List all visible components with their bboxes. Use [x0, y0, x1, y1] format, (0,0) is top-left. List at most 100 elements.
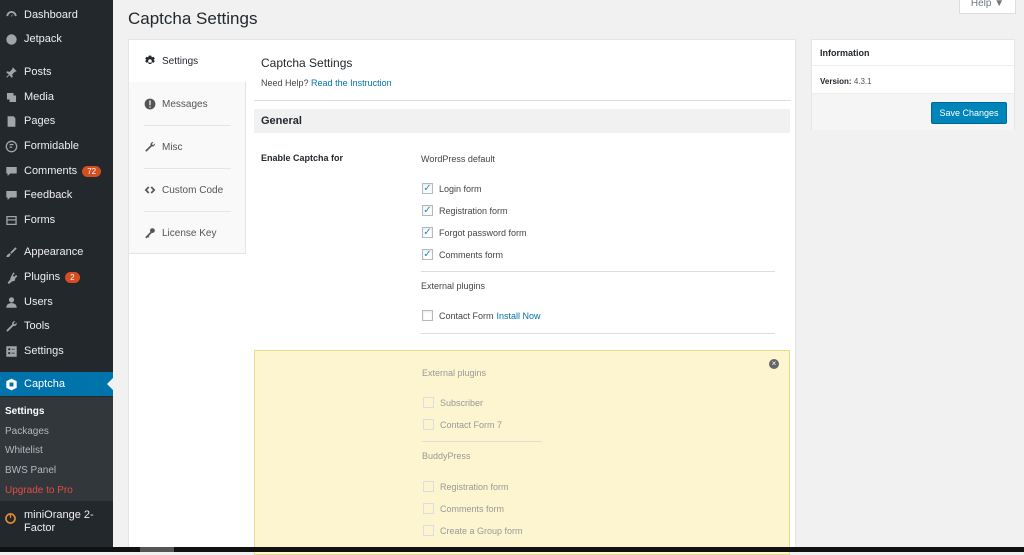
help-button[interactable]: Help ▼	[959, 0, 1016, 14]
registration-form-checkbox[interactable]	[422, 205, 433, 216]
tab-custom-code[interactable]: Custom Code	[129, 169, 246, 211]
settings-icon	[4, 344, 18, 358]
sidebar-item-users[interactable]: Users	[0, 290, 113, 314]
sidebar-item-label: Settings	[24, 345, 64, 357]
bp-comments-form-option: Comments form	[423, 503, 504, 514]
sidebar-item-label: Jetpack	[24, 33, 62, 45]
tab-label: Settings	[162, 56, 198, 67]
forgot-password-option[interactable]: Forgot password form	[422, 227, 527, 238]
submenu-item-whitelist[interactable]: Whitelist	[5, 445, 43, 456]
section-general-header: General	[254, 109, 790, 133]
feedback-icon	[4, 188, 18, 202]
login-form-checkbox[interactable]	[422, 183, 433, 194]
enable-captcha-label: Enable Captcha for	[261, 153, 343, 163]
submenu-item-settings[interactable]: Settings	[5, 406, 44, 417]
contact-form-checkbox[interactable]	[422, 310, 433, 321]
sidebar-item-jetpack[interactable]: Jetpack	[0, 27, 113, 51]
active-menu-arrow	[107, 378, 113, 390]
sidebar-item-plugins[interactable]: Plugins 2	[0, 265, 113, 289]
divider	[254, 100, 791, 101]
tab-misc[interactable]: Misc	[129, 126, 246, 168]
settings-tabs: Settings Messages Misc Custom Code Licen…	[129, 40, 246, 254]
wrench-icon	[144, 141, 157, 154]
tab-label: Messages	[162, 99, 208, 110]
sidebar-item-miniorange[interactable]: miniOrange 2-Factor	[0, 509, 113, 541]
tab-label: Misc	[162, 142, 183, 153]
contact-form-7-checkbox	[423, 419, 434, 430]
captcha-submenu: Settings Packages Whitelist BWS Panel Up…	[0, 397, 113, 501]
sidebar-item-label: Forms	[24, 214, 55, 226]
sidebar-item-formidable[interactable]: Formidable	[0, 134, 113, 158]
sidebar-item-label: Tools	[24, 320, 50, 332]
sidebar-item-label: Appearance	[24, 246, 83, 258]
submenu-item-bws-panel[interactable]: BWS Panel	[5, 465, 56, 476]
save-changes-button[interactable]: Save Changes	[931, 102, 1007, 124]
contact-form-option[interactable]: Contact Form Install Now	[422, 310, 541, 321]
sidebar-item-label: Posts	[24, 66, 52, 78]
sidebar-item-posts[interactable]: Posts	[0, 60, 113, 84]
bp-registration-form-checkbox	[423, 481, 434, 492]
miniorange-label: miniOrange 2-Factor	[24, 509, 94, 541]
login-form-option[interactable]: Login form	[422, 183, 482, 194]
forgot-password-checkbox[interactable]	[422, 227, 433, 238]
comment-icon	[4, 164, 18, 178]
divider	[422, 441, 542, 442]
comments-count-badge: 72	[82, 166, 101, 177]
external-plugins-title: External plugins	[421, 281, 485, 291]
information-box: Information Version: 4.3.1 Save Changes	[811, 39, 1015, 130]
sidebar-item-forms[interactable]: Forms	[0, 208, 113, 232]
submenu-item-upgrade-to-pro[interactable]: Upgrade to Pro	[5, 485, 73, 496]
version-text: Version: 4.3.1	[820, 77, 872, 86]
pin-icon	[4, 65, 18, 79]
registration-form-option[interactable]: Registration form	[422, 205, 508, 216]
tab-label: License Key	[162, 228, 216, 239]
subscriber-option: Subscriber	[423, 397, 483, 408]
bp-create-group-checkbox	[423, 525, 434, 536]
plugins-update-badge: 2	[65, 272, 79, 283]
admin-sidebar: Dashboard Jetpack Posts Media Pages Form…	[0, 0, 113, 552]
submenu-item-packages[interactable]: Packages	[5, 426, 49, 437]
sidebar-item-feedback[interactable]: Feedback	[0, 183, 113, 207]
divider	[421, 333, 775, 334]
sidebar-item-label: Media	[24, 91, 54, 103]
sidebar-item-appearance[interactable]: Appearance	[0, 240, 113, 264]
tab-messages[interactable]: Messages	[129, 83, 246, 125]
pro-features-box: × External plugins Subscriber Contact Fo…	[254, 350, 790, 555]
exclamation-icon	[144, 98, 157, 111]
dashboard-icon	[4, 8, 18, 22]
sidebar-item-comments[interactable]: Comments 72	[0, 159, 113, 183]
sidebar-item-label: Users	[24, 296, 53, 308]
sidebar-item-settings[interactable]: Settings	[0, 339, 113, 363]
install-now-link[interactable]: Install Now	[497, 311, 541, 321]
pro-external-plugins-title: External plugins	[422, 368, 486, 378]
sidebar-item-label: Plugins	[24, 271, 60, 283]
page-title: Captcha Settings	[128, 9, 257, 29]
miniorange-icon	[4, 512, 18, 526]
sidebar-item-dashboard[interactable]: Dashboard	[0, 3, 113, 27]
need-help-text: Need Help? Read the Instruction	[261, 78, 392, 88]
captcha-icon	[4, 377, 18, 391]
comments-form-option[interactable]: Comments form	[422, 249, 503, 260]
comments-form-checkbox[interactable]	[422, 249, 433, 260]
sidebar-item-tools[interactable]: Tools	[0, 314, 113, 338]
brush-icon	[4, 245, 18, 259]
code-icon	[144, 184, 157, 197]
jetpack-icon	[4, 32, 18, 46]
sidebar-item-label: Dashboard	[24, 9, 78, 21]
information-title: Information	[812, 40, 1014, 66]
sidebar-item-captcha[interactable]: Captcha	[0, 372, 113, 396]
sidebar-item-label: Pages	[24, 115, 55, 127]
tab-license-key[interactable]: License Key	[129, 212, 246, 254]
sidebar-item-pages[interactable]: Pages	[0, 109, 113, 133]
read-instruction-link[interactable]: Read the Instruction	[311, 78, 392, 88]
tab-settings[interactable]: Settings	[129, 40, 246, 82]
sidebar-item-label: Comments	[24, 165, 77, 177]
sidebar-item-media[interactable]: Media	[0, 85, 113, 109]
forms-icon	[4, 213, 18, 227]
taskbar-segment	[140, 547, 174, 552]
close-icon[interactable]: ×	[769, 359, 779, 369]
sidebar-item-label: Captcha	[24, 378, 65, 390]
tab-label: Custom Code	[162, 185, 223, 196]
contact-form-7-option: Contact Form 7	[423, 419, 502, 430]
bp-comments-form-checkbox	[423, 503, 434, 514]
